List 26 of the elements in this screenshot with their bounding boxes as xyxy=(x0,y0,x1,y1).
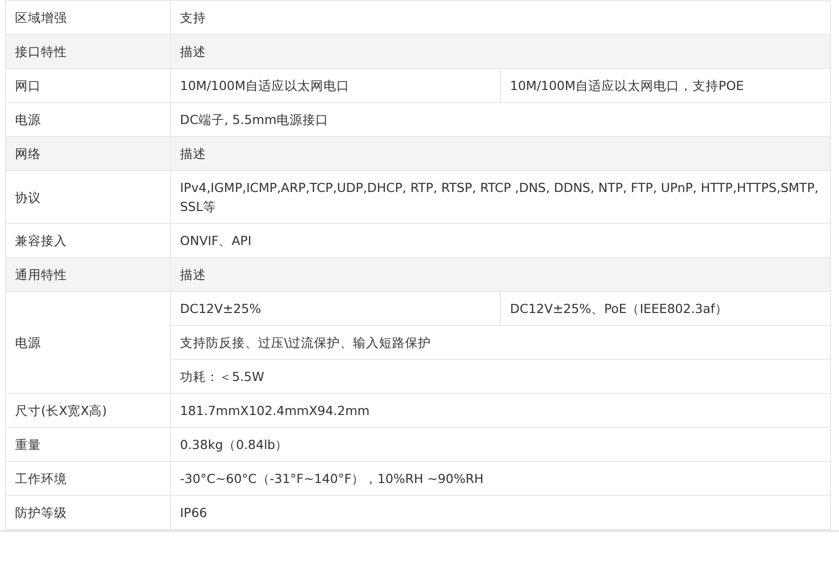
table-cell: 尺寸(长X宽X高) xyxy=(6,394,170,428)
table-cell: 支持 xyxy=(170,0,830,34)
table-cell: 描述 xyxy=(170,34,830,68)
table-cell: 10M/100M自适应以太网电口，支持POE xyxy=(500,68,830,102)
table-cell: DC12V±25% xyxy=(170,292,500,326)
table-cell: 防护等级 xyxy=(6,496,170,530)
table-cell: 181.7mmX102.4mmX94.2mm xyxy=(170,394,830,428)
table-cell: 0.38kg（0.84lb） xyxy=(170,428,830,462)
table-cell: -30°C~60°C（-31°F~140°F），10%RH ~90%RH xyxy=(170,462,830,496)
table-cell: 10M/100M自适应以太网电口 xyxy=(170,68,500,102)
table-cell: 功耗：＜5.5W xyxy=(170,360,830,394)
table-cell: 重量 xyxy=(6,428,170,462)
table-cell: IP66 xyxy=(170,496,830,530)
table-cell: 描述 xyxy=(170,136,830,170)
table-cell: 网口 xyxy=(6,68,170,102)
table-cell: IPv4,IGMP,ICMP,ARP,TCP,UDP,DHCP, RTP, RTSP, RTCP ,DNS, DDNS, NTP, FTP, UPnP, HTTP,HTTPS,SMTP, SSL等 xyxy=(170,170,830,224)
table-cell: 网络 xyxy=(6,136,170,170)
table-cell: 区域增强 xyxy=(6,0,170,34)
table-cell: 通用特性 xyxy=(6,258,170,292)
table-cell: 接口特性 xyxy=(6,34,170,68)
table-cell: 工作环境 xyxy=(6,462,170,496)
table-cell: 协议 xyxy=(6,170,170,224)
table-cell: 支持防反接、过压\过流保护、输入短路保护 xyxy=(170,326,830,360)
table-cell: 电源 xyxy=(6,292,170,394)
table-cell: 描述 xyxy=(170,258,830,292)
table-cell: DC12V±25%、PoE（IEEE802.3af） xyxy=(500,292,830,326)
